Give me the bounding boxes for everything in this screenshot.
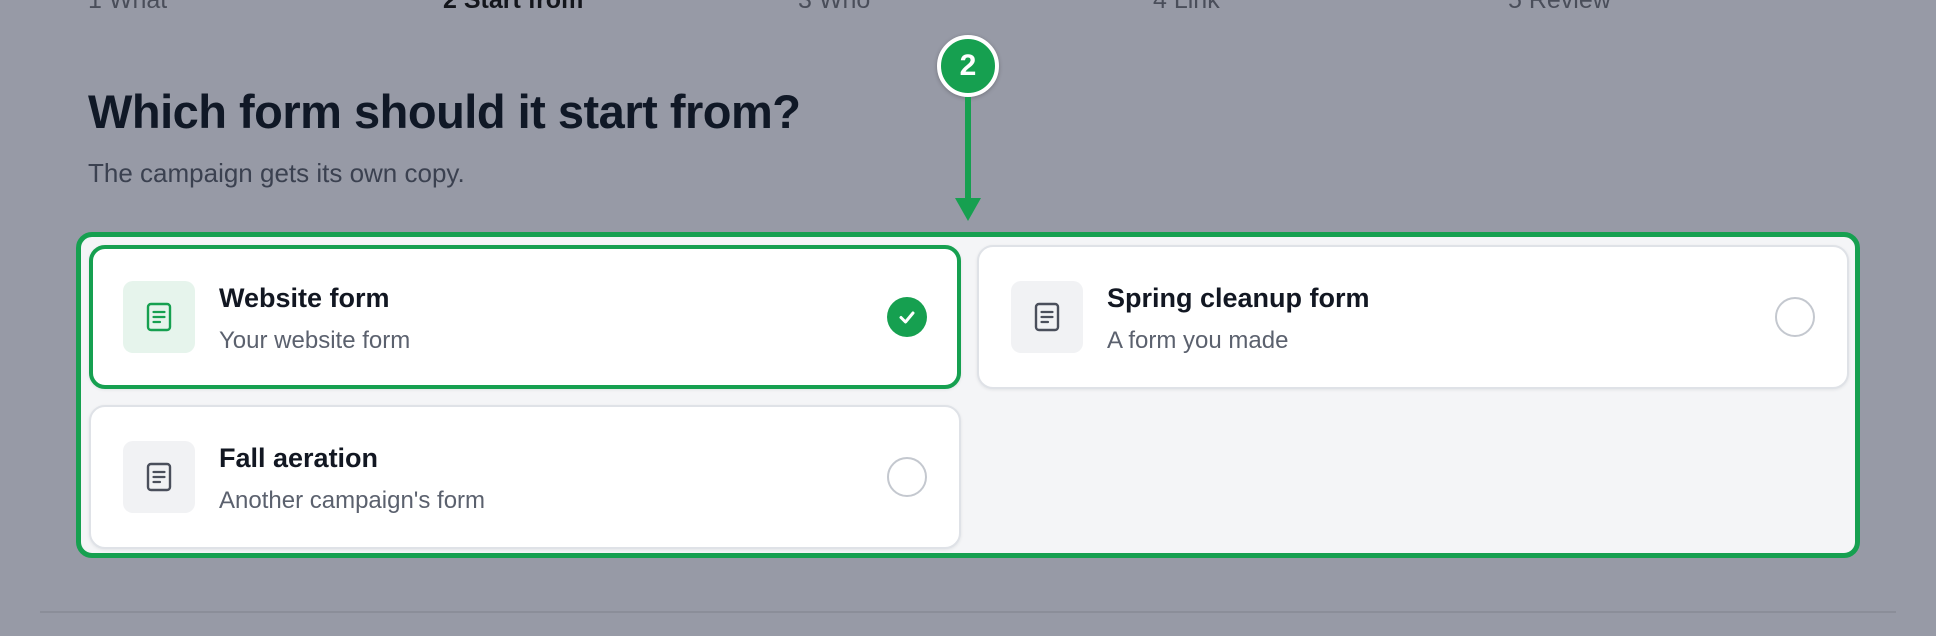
callout-badge: 2 bbox=[937, 35, 999, 97]
footer-divider bbox=[40, 611, 1896, 613]
option-spring-cleanup-form[interactable]: Spring cleanup form A form you made bbox=[977, 245, 1849, 389]
stepper: 1 What 2 Start from 3 Who 4 Link 5 Revie… bbox=[0, 0, 1936, 26]
form-options-group: Website form Your website form Spring cl… bbox=[76, 232, 1860, 558]
step-review[interactable]: 5 Review bbox=[1508, 0, 1611, 15]
selected-check-icon[interactable] bbox=[887, 297, 927, 337]
page-title: Which form should it start from? bbox=[88, 85, 801, 138]
document-icon bbox=[1011, 281, 1083, 353]
step-link[interactable]: 4 Link bbox=[1153, 0, 1220, 15]
radio-button[interactable] bbox=[887, 457, 927, 497]
option-title: Website form bbox=[219, 283, 390, 313]
step-start-from[interactable]: 2 Start from bbox=[443, 0, 583, 15]
step-what[interactable]: 1 What bbox=[88, 0, 167, 15]
radio-button[interactable] bbox=[1775, 297, 1815, 337]
option-title: Fall aeration bbox=[219, 443, 379, 473]
callout-arrow-icon bbox=[955, 97, 981, 221]
option-subtitle: Your website form bbox=[219, 327, 411, 354]
option-fall-aeration[interactable]: Fall aeration Another campaign's form bbox=[89, 405, 961, 549]
page-subtitle: The campaign gets its own copy. bbox=[88, 158, 465, 188]
option-website-form[interactable]: Website form Your website form bbox=[89, 245, 961, 389]
option-title: Spring cleanup form bbox=[1107, 283, 1370, 313]
option-subtitle: Another campaign's form bbox=[219, 487, 486, 514]
document-icon bbox=[123, 281, 195, 353]
option-subtitle: A form you made bbox=[1107, 327, 1289, 354]
step-who[interactable]: 3 Who bbox=[798, 0, 870, 15]
document-icon bbox=[123, 441, 195, 513]
